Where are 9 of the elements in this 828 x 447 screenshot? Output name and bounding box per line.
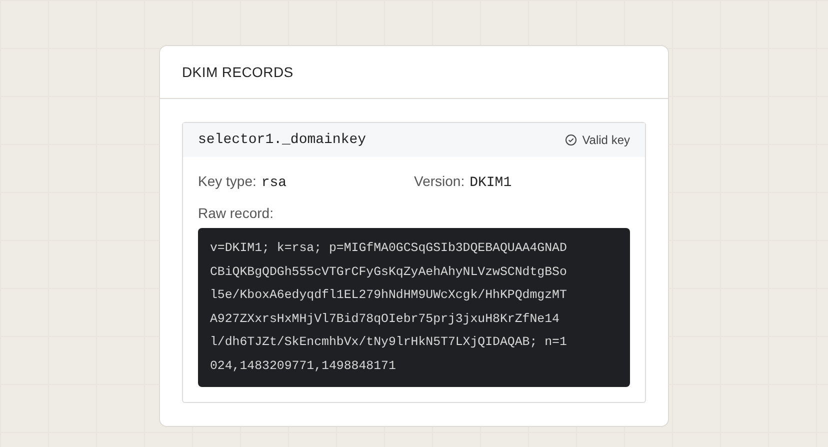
version-label: Version:	[414, 173, 465, 189]
raw-record-block: v=DKIM1; k=rsa; p=MIGfMA0GCSqGSIb3DQEBAQUAA4GNADCBiQKBgQDGh555cVTGrCFyGsKqZyAehAhyNLVzwSCNdtgBSol5e/KboxA6edyqdfl1EL279hNdHM9UWcXcgk/HhKPQdmgzMTA927ZXxrsHxMHjVl7Bid78qOIebr75prj3jxuH8KrZfNe14l/dh6TJZt/SkEncmhbVx/tNy9lrHkN5T7LXjQIDAQAB; n=1024,1483209771,1498848171	[198, 228, 630, 387]
key-type-value: rsa	[261, 175, 287, 191]
version-value: DKIM1	[470, 175, 512, 191]
key-type-label: Key type:	[198, 173, 256, 189]
status-label: Valid key	[582, 133, 630, 147]
section-title: DKIM RECORDS	[182, 64, 294, 80]
raw-record-label: Raw record:	[198, 205, 274, 221]
selector-name: selector1._domainkey	[198, 132, 366, 148]
